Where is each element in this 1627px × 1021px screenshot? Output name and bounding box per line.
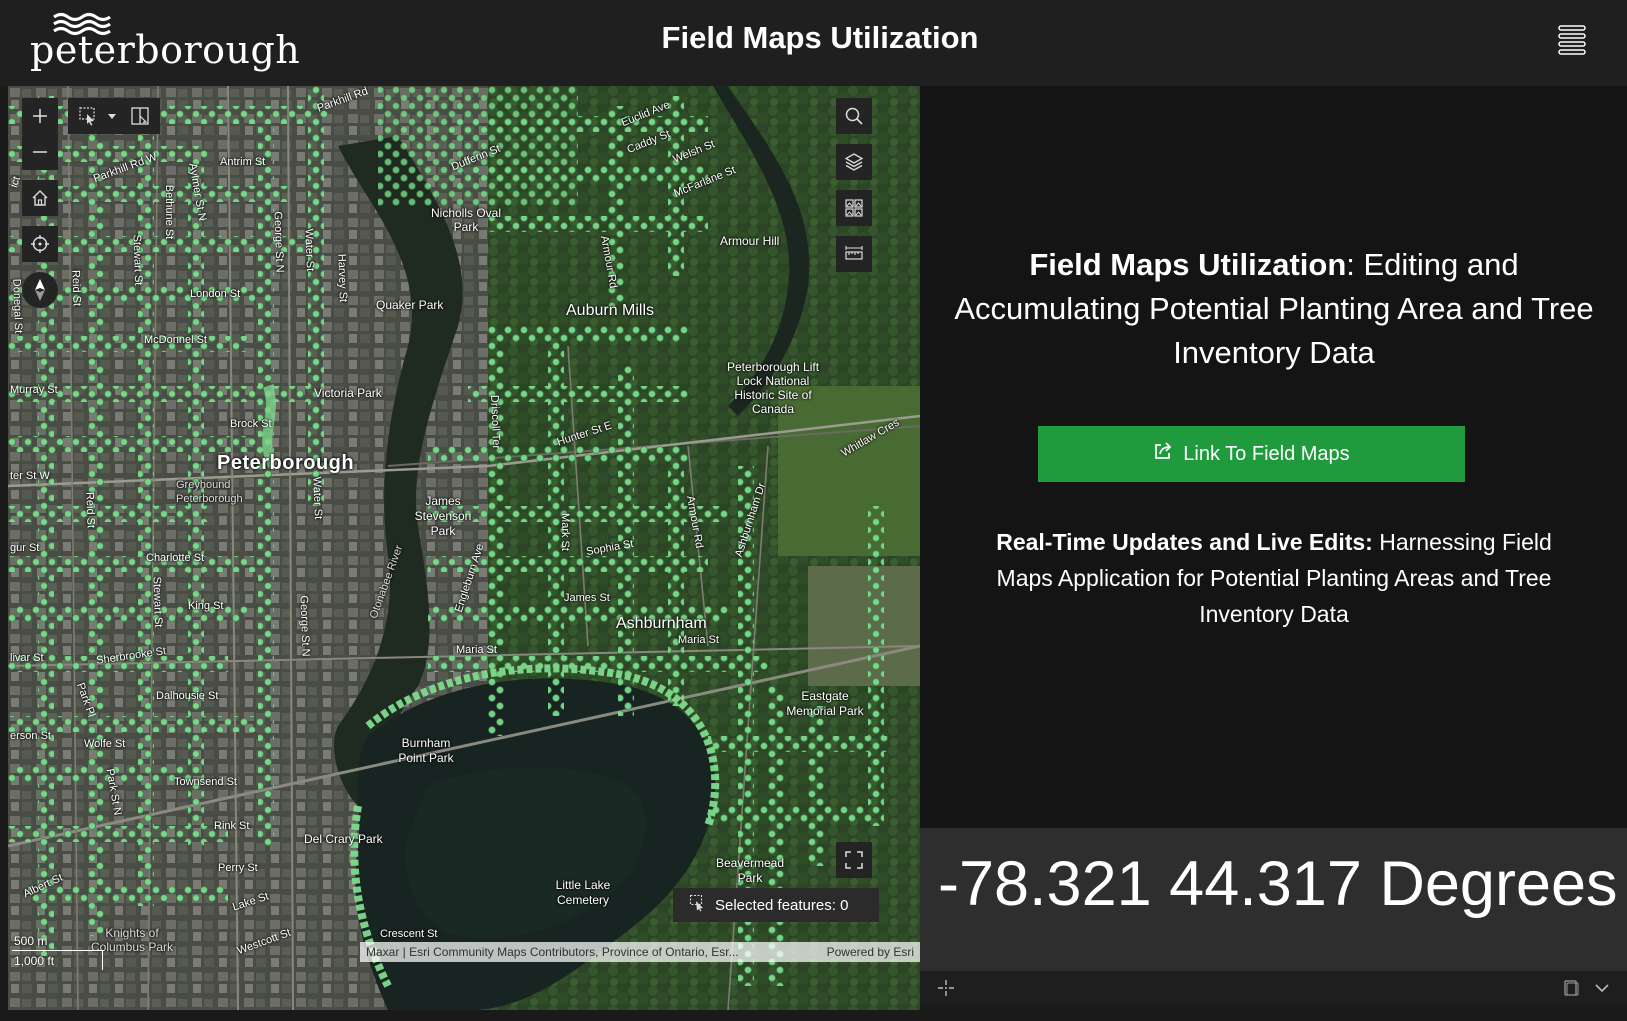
app-header: peterborough Field Maps Utilization: [0, 0, 1627, 86]
dropdown-icon[interactable]: [104, 98, 120, 134]
crosshair-icon[interactable]: [936, 978, 956, 1003]
compass-icon[interactable]: [22, 272, 58, 308]
label-murray-st: Murray St: [10, 384, 58, 396]
measure-icon[interactable]: [836, 236, 872, 272]
label-del-crary-park: Del Crary Park: [304, 832, 383, 846]
info-panel: Field Maps Utilization: Editing and Accu…: [920, 86, 1627, 828]
label-brock-st: Brock St: [230, 418, 272, 430]
search-icon[interactable]: [836, 98, 872, 134]
panel-heading: Field Maps Utilization: Editing and Accu…: [934, 243, 1614, 375]
label-livar-st: livar St: [10, 652, 44, 664]
label-mcdonnel-st: McDonnel St: [144, 334, 207, 346]
coordinates-panel: -78.321 44.317 Degrees: [920, 828, 1627, 971]
home-icon[interactable]: [22, 180, 58, 216]
label-stewart-st-2: Stewart St: [150, 576, 165, 628]
label-ashburnham: Ashburnham: [616, 615, 707, 632]
label-king-st: King St: [188, 600, 224, 612]
label-little-lake-cemetery: Little Lake Cemetery: [555, 878, 611, 907]
label-hunter-st-w: ter St W: [10, 470, 50, 482]
label-water-st: Water St: [302, 228, 316, 272]
label-london-st: London St: [190, 288, 241, 300]
app-title: Field Maps Utilization: [661, 20, 979, 55]
panel-sub-bold: Real-Time Updates and Live Edits:: [996, 529, 1373, 555]
attribution-text: Maxar | Esri Community Maps Contributors…: [366, 945, 739, 959]
label-reid-st-2: Reid St: [83, 491, 97, 529]
label-bethune-st: Bethune St: [163, 184, 176, 240]
coordinates-readout: -78.321 44.317 Degrees: [938, 849, 1618, 919]
label-auburn-mills: Auburn Mills: [566, 302, 655, 319]
locate-icon[interactable]: [22, 226, 58, 262]
label-mark-st: Mark St: [558, 513, 571, 551]
chevron-down-icon[interactable]: [1594, 981, 1610, 1000]
fullscreen-icon[interactable]: [836, 842, 872, 878]
bottom-bar: [920, 971, 1627, 1005]
zoom-out-icon[interactable]: [22, 134, 58, 170]
powered-by-esri[interactable]: Powered by Esri: [827, 945, 914, 959]
label-charlotte-st: Charlotte St: [146, 552, 205, 564]
peterborough-logo: peterborough: [30, 8, 300, 78]
label-dalhousie-st: Dalhousie St: [156, 690, 219, 702]
label-gur-st: gur St: [10, 542, 40, 554]
link-to-field-maps-button[interactable]: Link To Field Maps: [1038, 426, 1465, 482]
scale-bar: 500 m 1,000 ft: [10, 932, 110, 972]
selected-features-icon: [689, 894, 707, 916]
label-erson-st: erson St: [10, 730, 51, 742]
external-link-icon: [1153, 441, 1173, 467]
label-harvey-st: Harvey St: [335, 253, 349, 303]
label-stewart-st: Stewart St: [130, 234, 145, 286]
selected-features-label: Selected features: 0: [715, 896, 849, 914]
label-lift-lock: Peterborough Lift Lock National Historic…: [726, 360, 820, 416]
selected-features-indicator[interactable]: Selected features: 0: [673, 888, 879, 922]
scale-metric: 500 m: [14, 934, 48, 948]
label-george-st: George St N: [271, 211, 286, 273]
attribution-bar[interactable]: Maxar | Esri Community Maps Contributors…: [360, 942, 920, 962]
panel-heading-bold: Field Maps Utilization: [1029, 247, 1347, 282]
label-driscoll-ter: Driscoll Ter: [488, 394, 503, 450]
label-maria-st: Maria St: [456, 644, 497, 656]
zoom-in-icon[interactable]: [22, 98, 58, 134]
selection-toolbox-icon[interactable]: [122, 98, 158, 134]
basemap-gallery-icon[interactable]: [836, 190, 872, 226]
scale-line: [12, 950, 104, 951]
label-armour-hill: Armour Hill: [720, 234, 780, 248]
label-perry-st: Perry St: [218, 862, 258, 874]
select-icon[interactable]: [70, 98, 106, 134]
label-water-st-2: Water St: [310, 476, 324, 520]
label-beavermead-park: Beavermead Park: [715, 856, 785, 885]
label-wolfe-st: Wolfe St: [84, 738, 126, 750]
label-rink-st: Rink St: [214, 820, 250, 832]
label-eastgate-memorial-park: Eastgate Memorial Park: [786, 689, 864, 718]
label-maria-st-2: Maria St: [678, 634, 719, 646]
label-antrim-st: Antrim St: [220, 156, 266, 168]
copy-icon[interactable]: [1562, 979, 1580, 1002]
label-greyhound: Greyhound Peterborough: [176, 479, 243, 505]
scale-imperial: 1,000 ft: [14, 954, 55, 968]
label-nicholls-oval-park: Nicholls Oval Park: [430, 206, 502, 234]
label-george-st-2: George St N: [297, 595, 312, 657]
panel-subheading: Real-Time Updates and Live Edits: Harnes…: [974, 524, 1574, 632]
label-reid-st: Reid St: [69, 269, 83, 307]
label-victoria-park: Victoria Park: [314, 386, 382, 400]
scale-tick: [102, 950, 103, 970]
label-james-stevenson-park: James Stevenson Park: [414, 494, 472, 538]
map-view[interactable]: Peterborough Auburn Mills Ashburnham Nic…: [8, 86, 920, 1010]
link-to-field-maps-label: Link To Field Maps: [1183, 442, 1350, 465]
label-townsend-st: Townsend St: [174, 776, 237, 788]
label-peterborough: Peterborough: [217, 452, 355, 474]
logo-text: peterborough: [30, 28, 301, 72]
label-burnham-point-park: Burnham Point Park: [398, 736, 454, 765]
layers-icon[interactable]: [836, 144, 872, 180]
label-james-st: James St: [564, 592, 610, 604]
label-quaker-park: Quaker Park: [376, 298, 444, 312]
menu-icon[interactable]: [1554, 22, 1590, 58]
label-crescent-st: Crescent St: [380, 928, 438, 940]
